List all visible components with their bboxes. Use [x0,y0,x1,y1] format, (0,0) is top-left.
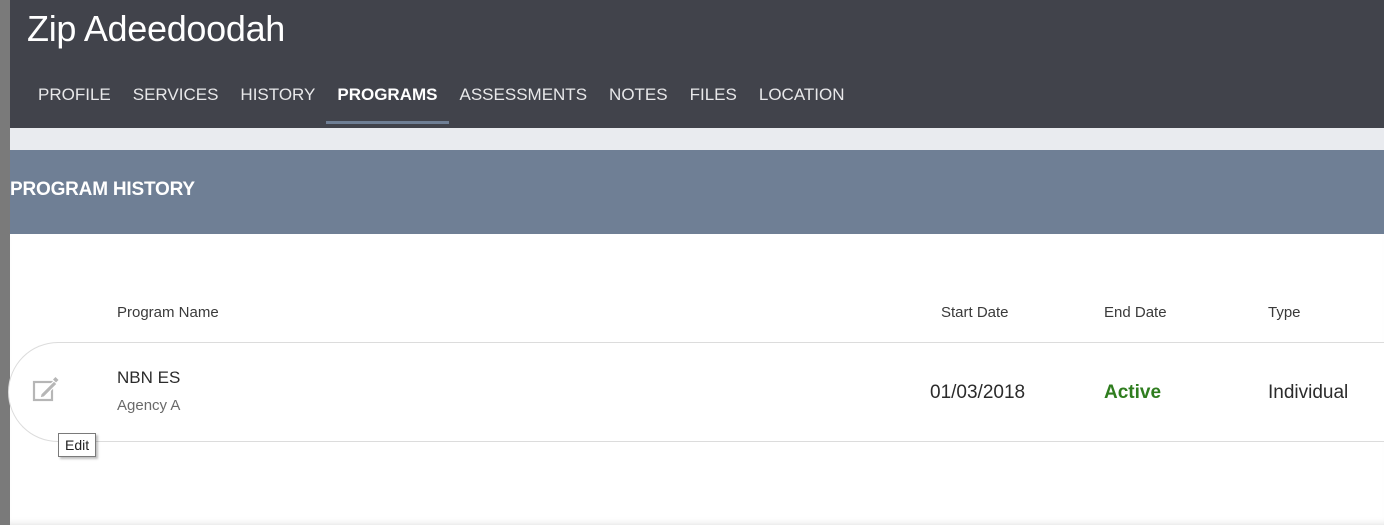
table-row[interactable] [8,342,1384,442]
status-badge: Active [1104,382,1162,403]
tab-programs[interactable]: PROGRAMS [326,78,449,124]
client-name: Zip Adeedoodah [27,8,286,49]
edit-tooltip: Edit [58,433,97,457]
tab-history[interactable]: HISTORY [229,78,326,121]
app-window: Zip Adeedoodah PROFILE SERVICES HISTORY … [0,0,1384,525]
tab-files[interactable]: FILES [679,78,748,121]
tab-services[interactable]: SERVICES [122,78,230,121]
header-divider-band [10,128,1384,150]
column-header-program-name: Program Name [117,304,219,321]
edit-icon-graphic [32,377,59,402]
program-name: NBN ES [117,368,181,387]
start-date-cell: 01/03/2018 [930,382,1026,403]
section-title: PROGRAM HISTORY [10,179,195,200]
client-header: Zip Adeedoodah PROFILE SERVICES HISTORY … [10,0,1384,128]
section-header: PROGRAM HISTORY [10,150,1384,234]
tab-profile[interactable]: PROFILE [27,78,122,121]
tab-bar: PROFILE SERVICES HISTORY PROGRAMS ASSESS… [27,78,856,128]
column-header-type: Type [1268,304,1301,321]
column-header-end-date: End Date [1104,304,1167,321]
tab-assessments[interactable]: ASSESSMENTS [449,78,599,121]
program-agency: Agency A [117,397,181,414]
edit-icon[interactable] [30,374,62,406]
tab-location[interactable]: LOCATION [748,78,856,121]
program-type-cell: Individual [1268,382,1349,403]
tab-notes[interactable]: NOTES [598,78,679,121]
column-header-start-date: Start Date [941,304,1009,321]
